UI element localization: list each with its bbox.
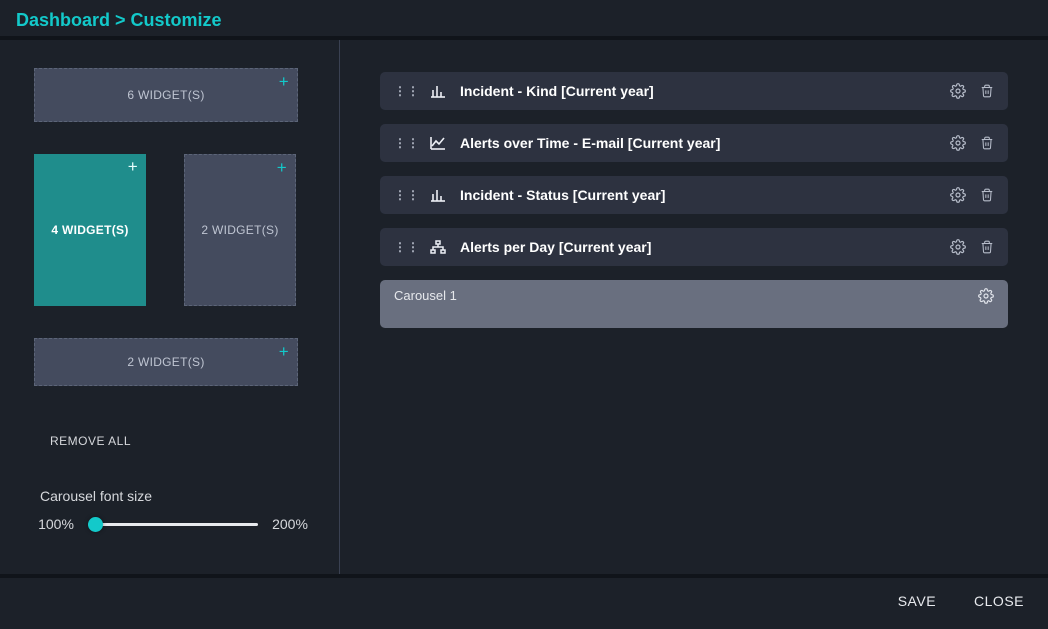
layout-zone-top[interactable]: + 6 WIDGET(S) xyxy=(34,68,298,122)
slider-thumb[interactable] xyxy=(88,517,103,532)
header: Dashboard > Customize xyxy=(0,0,1048,40)
trash-icon[interactable] xyxy=(980,187,994,203)
gear-icon[interactable] xyxy=(950,187,966,203)
save-button[interactable]: SAVE xyxy=(898,593,936,609)
breadcrumb: Dashboard > Customize xyxy=(16,10,222,30)
trash-icon[interactable] xyxy=(980,239,994,255)
gear-icon[interactable] xyxy=(950,239,966,255)
plus-icon[interactable]: + xyxy=(279,343,289,360)
layout-panel: + 6 WIDGET(S) + 4 WIDGET(S) + 2 WIDGET(S… xyxy=(0,40,340,574)
widget-row: ⋮⋮ Incident - Kind [Current year] xyxy=(380,72,1008,110)
line-chart-icon xyxy=(430,136,448,150)
gear-icon[interactable] xyxy=(950,135,966,151)
zone-label: 2 WIDGET(S) xyxy=(127,355,204,369)
plus-icon[interactable]: + xyxy=(128,158,138,175)
plus-icon[interactable]: + xyxy=(279,73,289,90)
widget-title: Incident - Status [Current year] xyxy=(460,187,950,203)
slider-max-label: 200% xyxy=(266,516,314,532)
drag-handle-icon[interactable]: ⋮⋮ xyxy=(394,84,420,98)
drag-handle-icon[interactable]: ⋮⋮ xyxy=(394,240,420,254)
bar-chart-icon xyxy=(430,188,448,202)
widget-row: ⋮⋮ Alerts over Time - E-mail [Current ye… xyxy=(380,124,1008,162)
trash-icon[interactable] xyxy=(980,135,994,151)
plus-icon[interactable]: + xyxy=(277,159,287,176)
layout-zone-bottom[interactable]: + 2 WIDGET(S) xyxy=(34,338,298,386)
slider-label: Carousel font size xyxy=(40,488,319,504)
carousel-font-size-control: Carousel font size 100% 200% xyxy=(32,488,319,532)
carousel-row[interactable]: Carousel 1 xyxy=(380,280,1008,328)
slider-min-label: 100% xyxy=(32,516,80,532)
slider-track[interactable] xyxy=(88,523,258,526)
widget-row: ⋮⋮ Incident - Status [Current year] xyxy=(380,176,1008,214)
zone-label: 6 WIDGET(S) xyxy=(127,88,204,102)
carousel-title: Carousel 1 xyxy=(394,288,978,303)
remove-all-button[interactable]: REMOVE ALL xyxy=(50,434,319,448)
zone-label: 4 WIDGET(S) xyxy=(51,221,128,239)
layout-zone-mid-right[interactable]: + 2 WIDGET(S) xyxy=(184,154,296,306)
close-button[interactable]: CLOSE xyxy=(974,593,1024,609)
widget-title: Alerts per Day [Current year] xyxy=(460,239,950,255)
gear-icon[interactable] xyxy=(950,83,966,99)
footer: SAVE CLOSE xyxy=(0,574,1048,624)
trash-icon[interactable] xyxy=(980,83,994,99)
main: + 6 WIDGET(S) + 4 WIDGET(S) + 2 WIDGET(S… xyxy=(0,40,1048,574)
layout-zone-mid-left[interactable]: + 4 WIDGET(S) xyxy=(34,154,146,306)
drag-handle-icon[interactable]: ⋮⋮ xyxy=(394,136,420,150)
drag-handle-icon[interactable]: ⋮⋮ xyxy=(394,188,420,202)
widget-list-panel: ⋮⋮ Incident - Kind [Current year] ⋮⋮ Ale… xyxy=(340,40,1048,574)
widget-title: Incident - Kind [Current year] xyxy=(460,83,950,99)
hierarchy-icon xyxy=(430,240,448,254)
bar-chart-icon xyxy=(430,84,448,98)
zone-label: 2 WIDGET(S) xyxy=(201,223,278,237)
widget-title: Alerts over Time - E-mail [Current year] xyxy=(460,135,950,151)
gear-icon[interactable] xyxy=(978,288,994,304)
widget-row: ⋮⋮ Alerts per Day [Current year] xyxy=(380,228,1008,266)
